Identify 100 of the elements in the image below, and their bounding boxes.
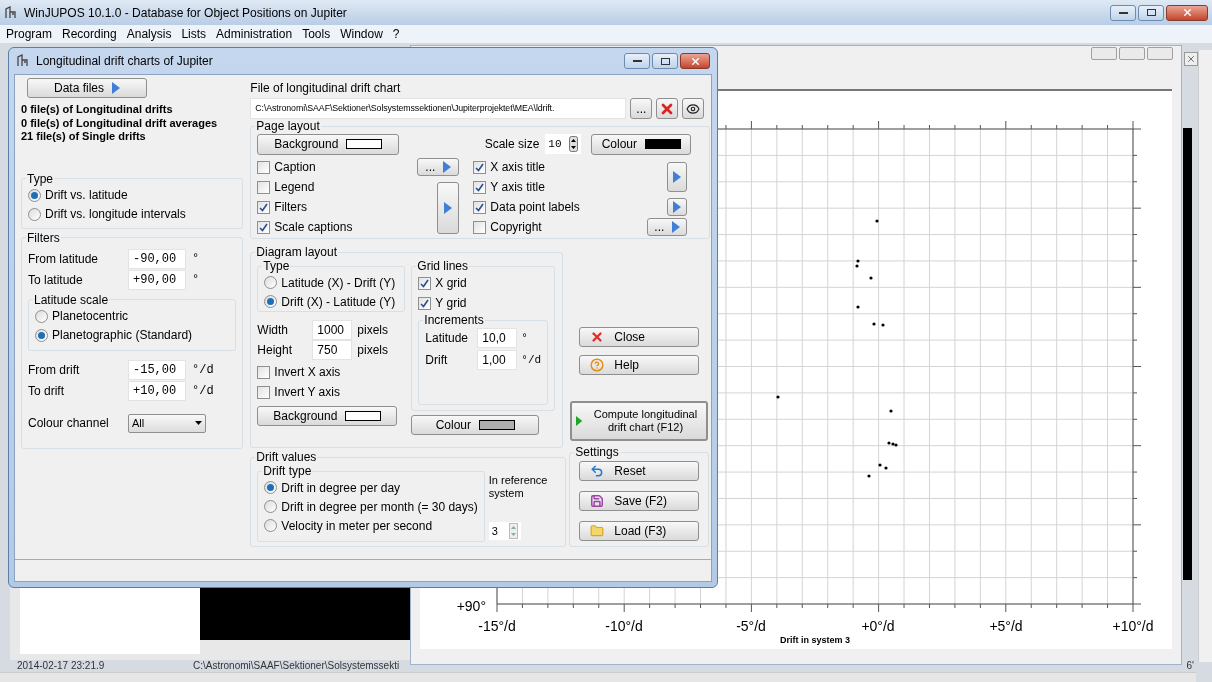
menu-item[interactable]: Tools [302, 25, 331, 43]
radio-button[interactable] [35, 328, 48, 342]
radio-button[interactable] [264, 519, 278, 532]
input-field[interactable]: -15,00 [128, 360, 186, 380]
checkbox[interactable] [257, 365, 271, 379]
group-title: Type [262, 259, 291, 273]
radio-button[interactable] [28, 188, 41, 202]
checkbox[interactable] [257, 385, 271, 399]
close-button[interactable] [1184, 52, 1198, 66]
checkbox[interactable] [418, 296, 432, 310]
window-title: Longitudinal drift charts of Jupiter [36, 53, 214, 70]
checkbox[interactable] [257, 200, 271, 214]
close-button[interactable] [680, 53, 710, 69]
close-icon [1181, 7, 1193, 18]
app-icon [4, 5, 18, 20]
checkbox[interactable] [473, 180, 487, 194]
menu-item[interactable]: Lists [181, 25, 207, 43]
timestamp-text: 2014-02-17 23:21.9 [17, 660, 106, 672]
maximize-button[interactable] [1138, 4, 1164, 21]
field-label: Latitude [425, 330, 470, 347]
checkbox[interactable] [418, 276, 432, 290]
axis-tick-label: -10°/d [605, 618, 643, 634]
input-field[interactable]: 1,00 [477, 350, 518, 370]
play-icon [576, 413, 583, 429]
compute-button[interactable]: Compute longitudinal drift chart (F12) [570, 401, 709, 441]
colour-button[interactable]: Colour [411, 415, 540, 435]
spin-field[interactable]: 10 [545, 134, 582, 154]
load-button[interactable]: Load (F3) [579, 521, 700, 541]
menu-item[interactable]: Window [340, 25, 383, 43]
colour-button[interactable]: Colour [591, 133, 692, 155]
spin-arrows-icon [569, 136, 579, 152]
help-button[interactable]: Help [579, 355, 700, 375]
radio-button[interactable] [35, 309, 48, 323]
save-button[interactable]: Save (F2) [579, 491, 700, 511]
field-label: Scale size [484, 136, 540, 153]
axis-title: Drift in system 3 [780, 635, 850, 645]
radio-button[interactable] [264, 481, 278, 494]
radio-button[interactable] [28, 207, 41, 221]
radio-button[interactable] [264, 500, 278, 513]
filters-options-button[interactable] [437, 182, 460, 234]
file-path-field[interactable]: C:\Astronomi\SAAF\Sektioner\Solsystemssektionen\Jupiterprojektet\MEA\ldrift. [250, 98, 627, 119]
group-title: Filters [26, 230, 61, 245]
checkbox-label: Invert X axis [274, 364, 341, 381]
background-button[interactable]: Background [257, 133, 400, 155]
dropdown[interactable]: All [128, 413, 206, 433]
checkbox-label: Copyright [490, 219, 542, 236]
view-button[interactable] [682, 98, 705, 119]
menu-item[interactable]: Program [6, 25, 52, 43]
menu-item[interactable]: ? [392, 25, 400, 43]
spin-field[interactable]: 3 [488, 522, 521, 540]
caption-options-button[interactable]: ... [417, 158, 460, 176]
colour-swatch [645, 139, 681, 149]
axis-title-options-button[interactable] [667, 162, 688, 192]
input-field[interactable]: 10,0 [477, 328, 518, 348]
menu-item[interactable]: Administration [216, 25, 293, 43]
minimize-button[interactable] [1110, 4, 1136, 21]
group-title: Settings [574, 445, 620, 459]
close-button[interactable] [1166, 4, 1208, 21]
group-title: Increments [423, 313, 485, 327]
labels-options-button[interactable] [667, 198, 688, 216]
input-field[interactable]: -90,00 [128, 249, 186, 269]
undo-arrow-icon [590, 464, 605, 478]
unit-label: °/d [192, 362, 214, 379]
menu-item[interactable]: Recording [62, 25, 117, 43]
delete-button[interactable] [656, 98, 679, 119]
eye-icon [686, 101, 701, 116]
minimize-button[interactable] [624, 53, 650, 69]
browse-button[interactable]: ... [630, 98, 653, 119]
close-dialog-button[interactable]: Close [579, 327, 700, 347]
checkbox[interactable] [473, 200, 487, 214]
checkbox-label: Y grid [435, 295, 467, 312]
input-field[interactable]: +10,00 [128, 381, 186, 401]
radio-button[interactable] [264, 295, 278, 308]
checkbox[interactable] [257, 160, 271, 174]
field-label: To drift [28, 383, 65, 400]
checkbox[interactable] [473, 160, 487, 174]
input-field[interactable]: 1000 [312, 320, 353, 340]
checkbox[interactable] [257, 220, 271, 234]
maximize-button[interactable] [652, 53, 678, 69]
copyright-options-button[interactable]: ... [647, 218, 688, 236]
close-icon [689, 55, 701, 67]
question-mark-icon [590, 358, 605, 372]
unit-label: ° [521, 330, 528, 346]
axis-tick-label: +90° [456, 598, 486, 614]
spin-arrows-icon [508, 523, 518, 539]
reset-button[interactable]: Reset [579, 461, 700, 481]
file-count-text: 0 file(s) of Longitudinal drifts [21, 103, 174, 117]
field-label: Colour channel [28, 415, 110, 432]
menu-item[interactable]: Analysis [126, 25, 172, 43]
radio-label: Planetographic (Standard) [52, 327, 193, 344]
radio-button[interactable] [264, 276, 278, 289]
input-field[interactable]: +90,00 [128, 270, 186, 290]
field-label: Width [257, 322, 290, 339]
background-button[interactable]: Background [257, 406, 398, 426]
group-title: Grid lines [416, 259, 470, 273]
checkbox[interactable] [473, 220, 487, 234]
unit-label: pixels [357, 342, 389, 359]
checkbox[interactable] [257, 180, 271, 194]
input-field[interactable]: 750 [312, 340, 353, 360]
data-files-button[interactable]: Data files [27, 78, 147, 98]
